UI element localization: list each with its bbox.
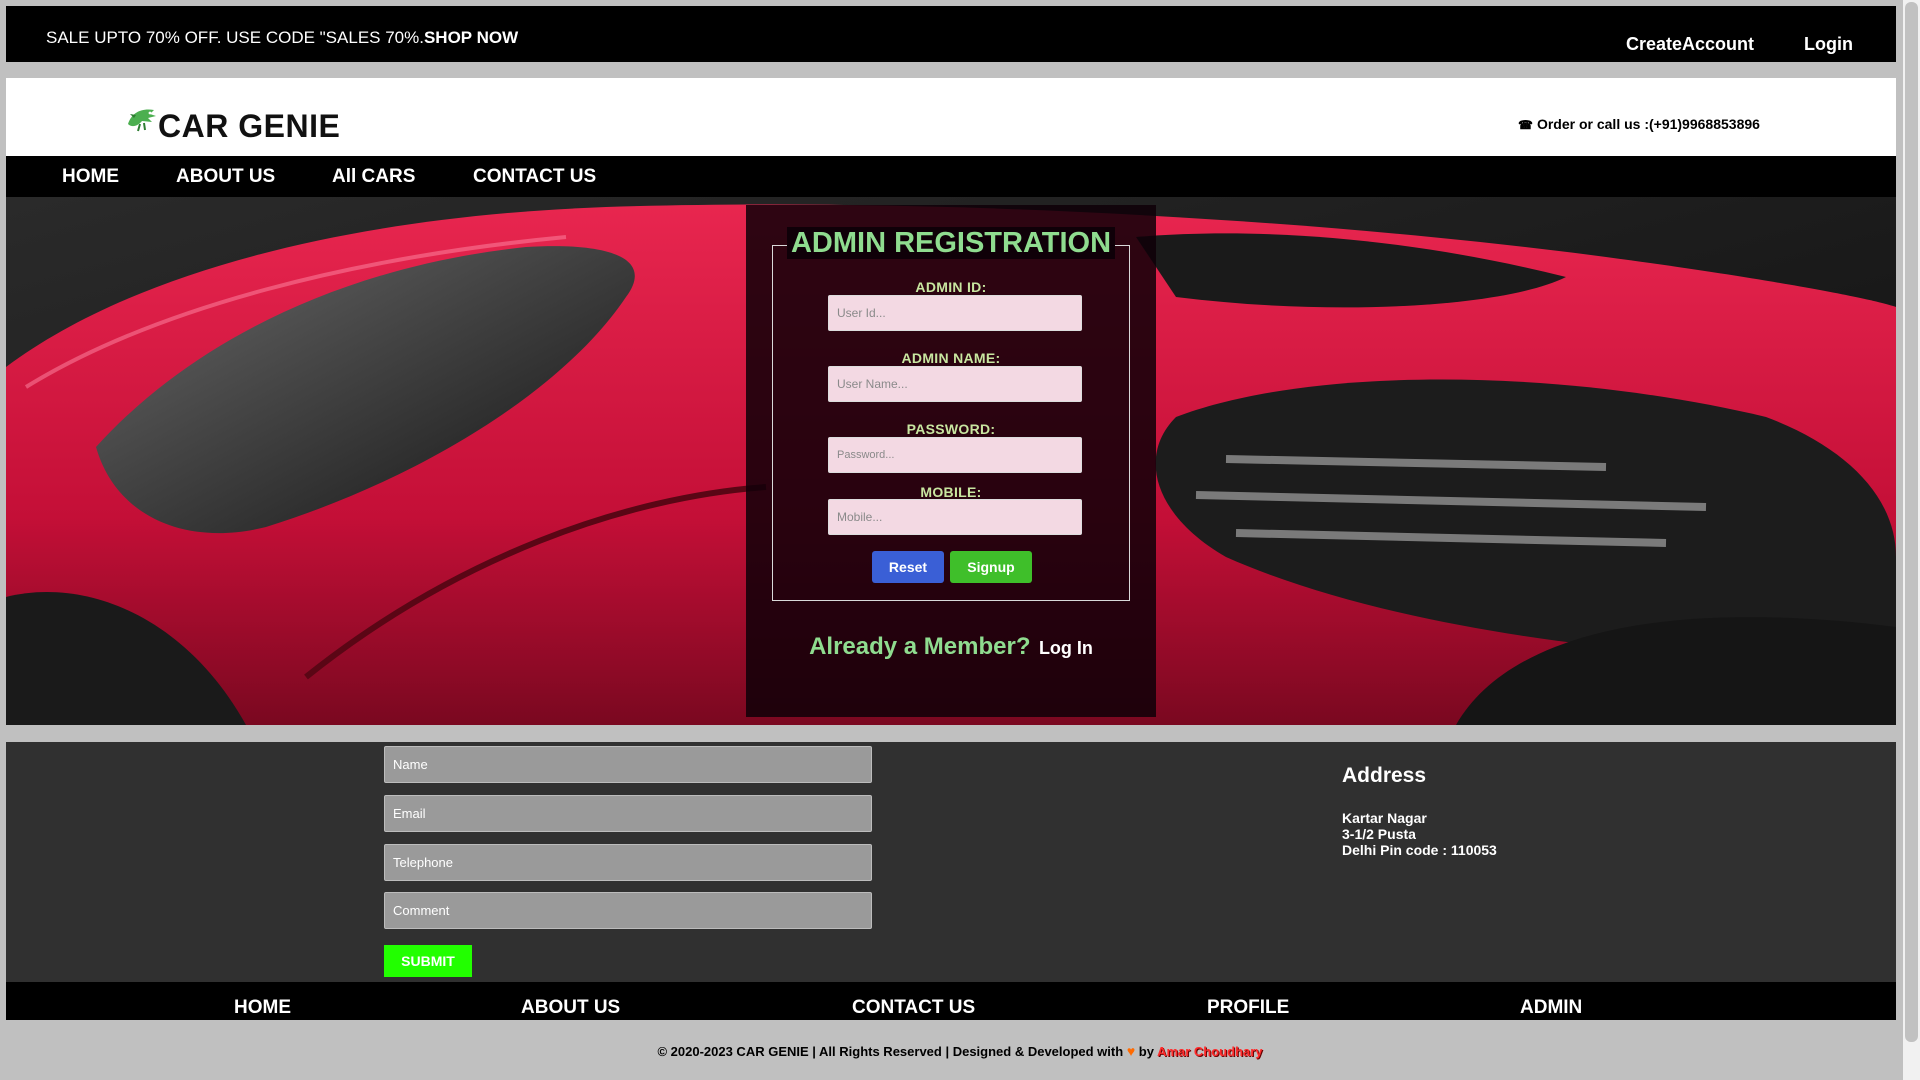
registration-title: ADMIN REGISTRATION xyxy=(746,227,1156,260)
password-input[interactable] xyxy=(828,437,1082,473)
nav-home[interactable]: HOME xyxy=(62,166,119,188)
registration-title-text: ADMIN REGISTRATION xyxy=(786,227,1116,259)
footer-nav-profile[interactable]: PROFILE xyxy=(1207,997,1289,1019)
contact-comment-input[interactable] xyxy=(384,892,872,929)
brand-logo[interactable]: CAR GENIE xyxy=(158,108,340,145)
contact-email-input[interactable] xyxy=(384,795,872,832)
nav-about-us[interactable]: ABOUT US xyxy=(176,166,275,188)
mobile-label: MOBILE: xyxy=(920,484,982,500)
already-member-text: Already a Member? xyxy=(809,633,1031,660)
contact-telephone-input[interactable] xyxy=(384,844,872,881)
sale-banner: SALE UPTO 70% OFF. USE CODE "SALES 70%.S… xyxy=(46,28,518,48)
site-header: CAR GENIE ☎ Order or call us :(+91)996885… xyxy=(6,78,1896,156)
footer-nav-admin[interactable]: ADMIN xyxy=(1520,997,1582,1019)
order-text: Order or call us :(+91)9968853896 xyxy=(1536,116,1760,132)
sale-text: SALE UPTO 70% OFF. USE CODE "SALES 70%. xyxy=(46,28,424,47)
footer-nav-home[interactable]: HOME xyxy=(234,997,291,1019)
admin-name-label: ADMIN NAME: xyxy=(901,350,1001,366)
reset-button[interactable]: Reset xyxy=(872,551,944,583)
heart-icon: ♥ xyxy=(1126,1043,1136,1059)
address-line: 3-1/2 Pusta xyxy=(1342,826,1416,842)
nav-contact-us[interactable]: CONTACT US xyxy=(473,166,596,188)
contact-section: SUBMIT Address Kartar Nagar 3-1/2 Pusta … xyxy=(6,742,1896,982)
address-line: Kartar Nagar xyxy=(1342,810,1427,826)
admin-id-input[interactable] xyxy=(828,295,1082,331)
address-title: Address xyxy=(1342,764,1427,787)
password-label: PASSWORD: xyxy=(906,421,996,437)
copyright-text: © 2020-2023 CAR GENIE | All Rights Reser… xyxy=(657,1044,1124,1059)
promo-bar: SALE UPTO 70% OFF. USE CODE "SALES 70%.S… xyxy=(6,6,1896,62)
contact-name-input[interactable] xyxy=(384,746,872,783)
address-line: Delhi Pin code : 110053 xyxy=(1342,842,1497,858)
mobile-input[interactable] xyxy=(828,499,1082,535)
copyright-by: by xyxy=(1138,1044,1154,1059)
create-account-link[interactable]: CreateAccount xyxy=(1626,34,1754,55)
shop-now-link[interactable]: SHOP NOW xyxy=(424,28,518,47)
footer-nav: HOME ABOUT US CONTACT US PROFILE ADMIN xyxy=(6,982,1896,1020)
submit-button[interactable]: SUBMIT xyxy=(384,945,472,977)
login-link[interactable]: Login xyxy=(1804,34,1853,55)
already-member-row: Already a Member? Log In xyxy=(746,633,1156,661)
dragon-icon xyxy=(128,109,156,132)
order-call-info: ☎ Order or call us :(+91)9968853896 xyxy=(1518,116,1760,132)
scrollbar-thumb[interactable] xyxy=(1905,2,1918,1042)
signup-button[interactable]: Signup xyxy=(950,551,1032,583)
admin-id-label: ADMIN ID: xyxy=(915,279,987,295)
nav-all-cars[interactable]: All CARS xyxy=(332,166,415,188)
telephone-icon: ☎ xyxy=(1518,118,1533,132)
log-in-link[interactable]: Log In xyxy=(1039,638,1093,658)
admin-registration-panel: ADMIN REGISTRATION ADMIN ID: ADMIN NAME:… xyxy=(746,205,1156,717)
footer-nav-contact-us[interactable]: CONTACT US xyxy=(852,997,975,1019)
author-link[interactable]: Amar Choudhary xyxy=(1157,1044,1262,1059)
admin-name-input[interactable] xyxy=(828,366,1082,402)
footer-nav-about-us[interactable]: ABOUT US xyxy=(521,997,620,1019)
main-nav: HOME ABOUT US All CARS CONTACT US xyxy=(6,156,1896,197)
copyright-bar: © 2020-2023 CAR GENIE | All Rights Reser… xyxy=(0,1043,1920,1059)
